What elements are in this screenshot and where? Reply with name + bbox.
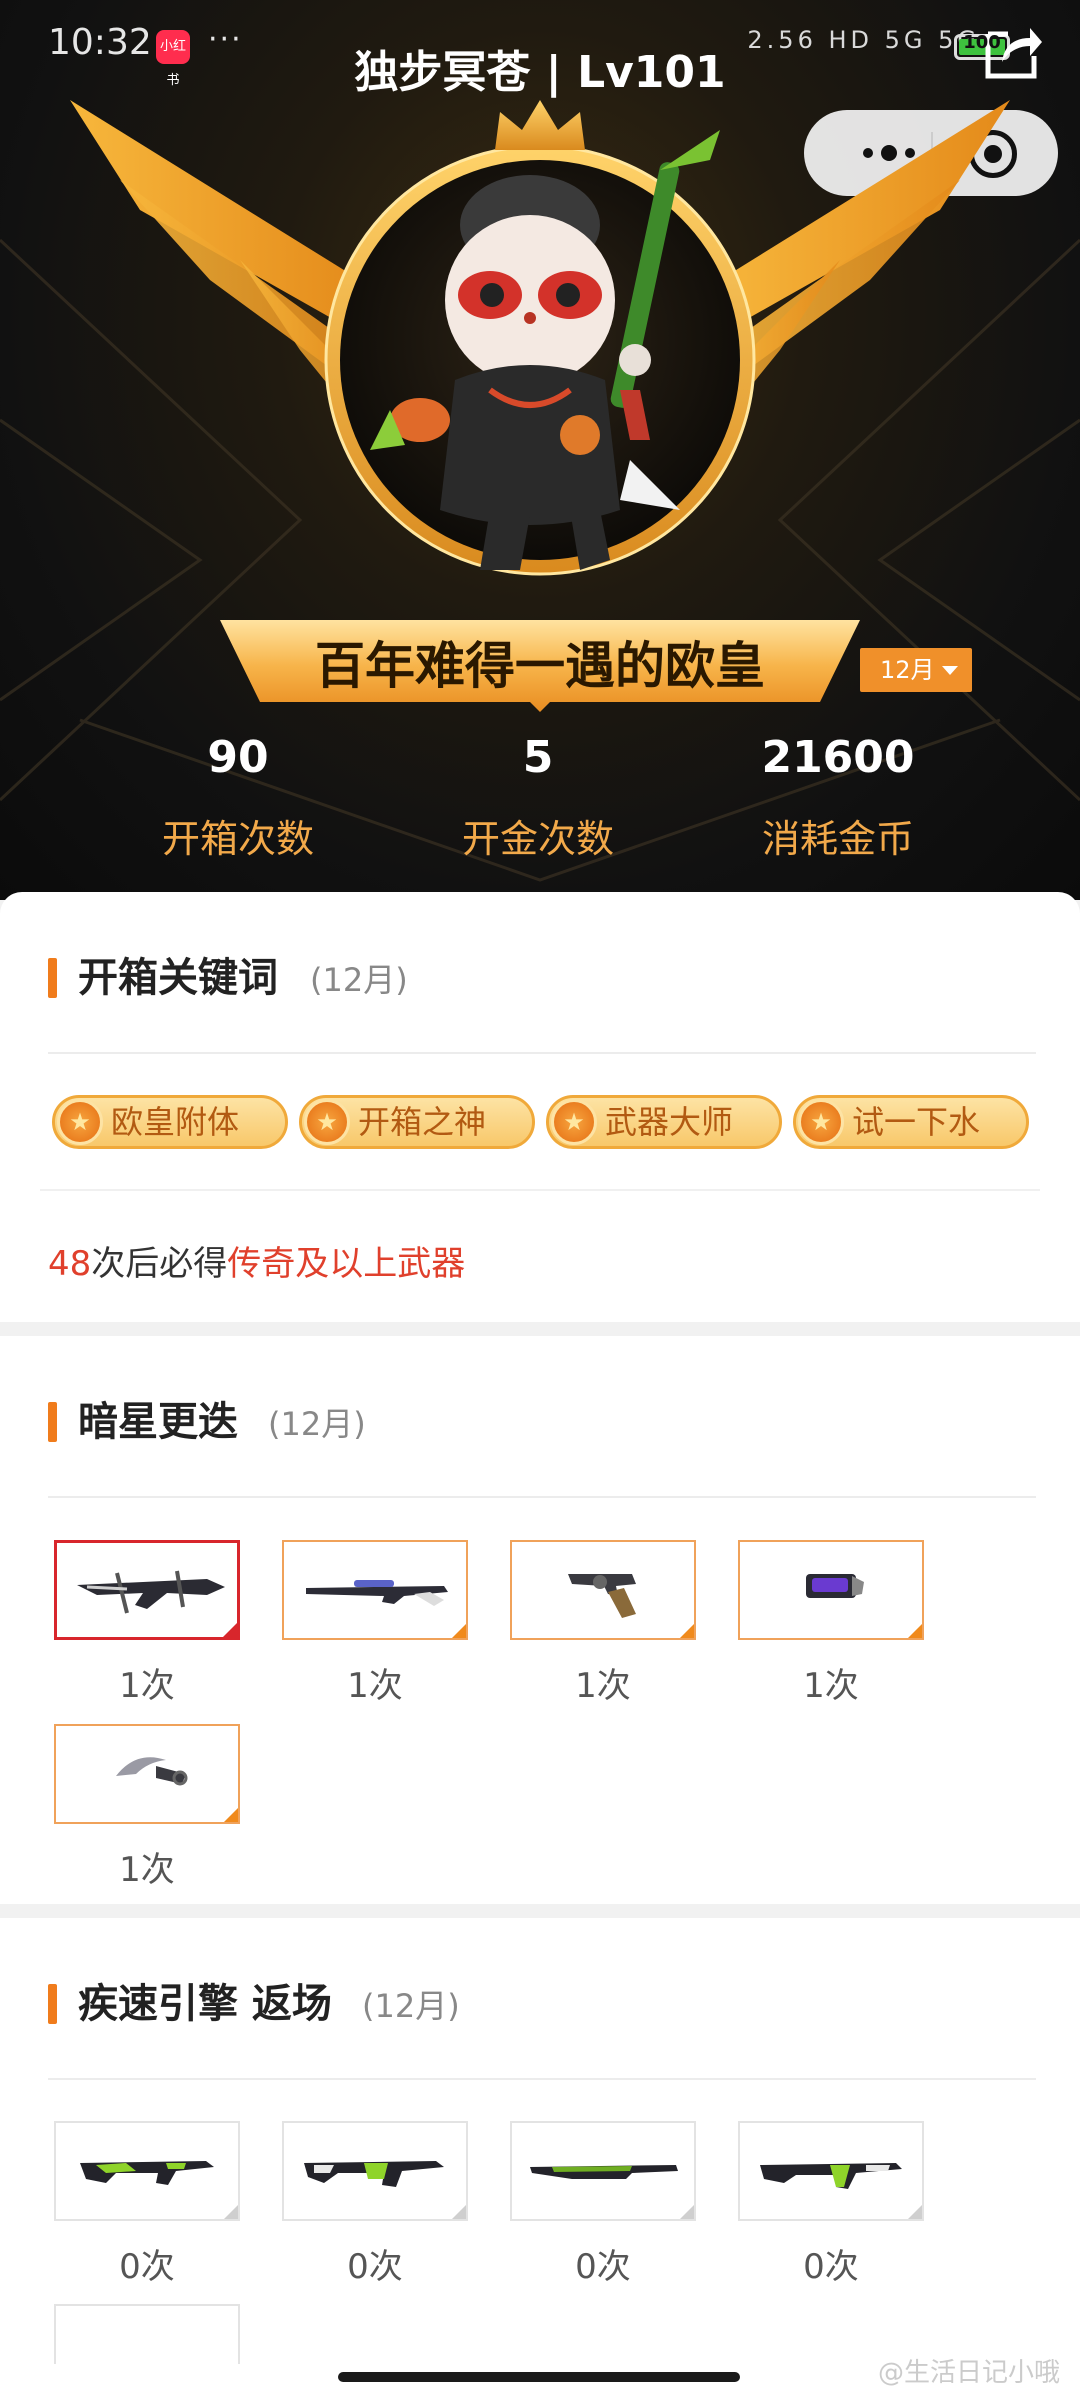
rarity-corner [908,1624,922,1638]
star-icon [798,1099,844,1145]
item-count: 0次 [119,2247,175,2287]
home-indicator[interactable] [338,2372,740,2382]
pity-guarantee-text: 48次后必得传奇及以上武器 [48,1236,465,1285]
caret-down-icon [942,666,958,675]
pity-middle-text: 次后必得 [91,1244,228,1284]
item-count: 0次 [575,2247,631,2287]
section-title: 开箱关键词 [78,955,278,1001]
star-icon [304,1099,350,1145]
section-title: 疾速引擎 返场 [78,1981,332,2027]
item-count: 1次 [119,1850,175,1890]
keyword-label: 试一下水 [852,1103,981,1141]
keyword-label: 欧皇附体 [111,1103,240,1141]
rarity-corner [452,1624,466,1638]
stat-value: 5 [522,732,554,783]
item-count: 0次 [347,2247,403,2287]
keyword-tags: 欧皇附体 开箱之神 武器大师 试一下水 [52,1095,1032,1151]
weapon-thumbnail [738,2121,924,2221]
watermark: @生活日记小哦 [877,2358,1060,2388]
assault-rifle-icon [760,2163,902,2189]
sniper-rifle-icon [306,1580,448,1606]
divider [40,1189,1040,1191]
pity-count: 48 [48,1244,92,1284]
item-count: 1次 [803,1666,859,1706]
weapon-thumbnail [282,1540,468,1640]
stat-gold-count: 5 开金次数 [388,730,688,863]
item-count: 1次 [119,1666,175,1706]
rarity-corner [223,1623,237,1637]
weapon-item[interactable]: 1次 [282,1540,470,1707]
karambit-knife-icon [116,1757,188,1786]
rank-badge-emblem [70,100,1010,576]
keyword-label: 武器大师 [605,1103,734,1141]
section-accent-bar [48,958,57,998]
section-divider [48,1052,1036,1054]
stat-label: 消耗金币 [761,817,914,861]
crossbow-icon [77,1570,225,1614]
speed-engine-card: 疾速引擎 返场 (12月) 0次 0次 0次 0次 [0,1918,1080,2400]
weapon-item[interactable]: 0次 [54,2121,242,2288]
weapon-item[interactable]: 1次 [54,1540,242,1707]
rarity-corner [452,2205,466,2219]
stat-coins-spent: 21600 消耗金币 [688,730,988,863]
battery-level: 100 [963,32,1001,53]
pity-reward: 传奇及以上武器 [227,1244,466,1284]
star-icon [551,1099,597,1145]
rarity-corner [224,2205,238,2219]
keyword-label: 开箱之神 [358,1103,487,1141]
keyword-tag: 武器大师 [546,1095,782,1149]
rarity-corner [680,2205,694,2219]
weapon-item[interactable]: 1次 [510,1540,698,1707]
stat-label: 开金次数 [461,817,614,861]
weapon-thumbnail [54,2304,240,2364]
weapon-item[interactable]: 1次 [738,1540,926,1707]
keyword-tag: 试一下水 [793,1095,1029,1149]
stat-open-count: 90 开箱次数 [88,730,388,863]
profile-hero: 10:32 小红书 ··· 2.56 HD 5G 5G 100 独步冥苍 | L… [0,0,1080,900]
assault-rifle-icon [80,2161,214,2185]
weapon-item[interactable] [54,2304,242,2364]
weapon-thumbnail [738,1540,924,1640]
keywords-card: 开箱关键词 (12月) 欧皇附体 开箱之神 武器大师 试一下水 48次后必得 [0,892,1080,1322]
weapon-thumbnail [282,2121,468,2221]
keyword-tag: 欧皇附体 [52,1095,288,1149]
section-month: (12月) [362,1987,460,2025]
weapon-thumbnail [510,2121,696,2221]
dark-star-card: 暗星更迭 (12月) 1次 1次 1次 1次 1次 [0,1336,1080,1904]
month-selector[interactable]: 12月 [860,648,972,692]
section-divider [48,1496,1036,1498]
assault-rifle-icon [304,2161,444,2187]
weapon-thumbnail [54,2121,240,2221]
weapon-item[interactable]: 0次 [510,2121,698,2288]
stat-label: 开箱次数 [161,817,314,861]
weapon-item[interactable]: 1次 [54,1724,242,1891]
star-icon [57,1099,103,1145]
rank-title: 百年难得一遇的欧皇 [315,637,765,695]
section-accent-bar [48,1402,57,1442]
weapon-item[interactable]: 0次 [282,2121,470,2288]
section-month: (12月) [310,961,408,999]
gauntlet-icon [806,1574,864,1598]
month-selector-label: 12月 [880,656,935,684]
section-divider [48,2078,1036,2080]
keyword-tag: 开箱之神 [299,1095,535,1149]
section-accent-bar [48,1984,57,2024]
revolver-icon [568,1574,636,1618]
item-count: 1次 [575,1666,631,1706]
rarity-corner [224,1808,238,1822]
rifle-icon [530,2165,678,2179]
weapon-thumbnail [54,1724,240,1824]
stat-value: 21600 [761,732,915,783]
section-month: (12月) [268,1405,366,1443]
weapon-thumbnail [54,1540,240,1640]
weapon-thumbnail [510,1540,696,1640]
rarity-corner [680,1624,694,1638]
item-count: 0次 [803,2247,859,2287]
item-count: 1次 [347,1666,403,1706]
section-title: 暗星更迭 [78,1399,238,1445]
app-root: 10:32 小红书 ··· 2.56 HD 5G 5G 100 独步冥苍 | L… [0,0,1080,2400]
stat-value: 90 [207,732,269,783]
weapon-item[interactable]: 0次 [738,2121,926,2288]
rarity-corner [908,2205,922,2219]
